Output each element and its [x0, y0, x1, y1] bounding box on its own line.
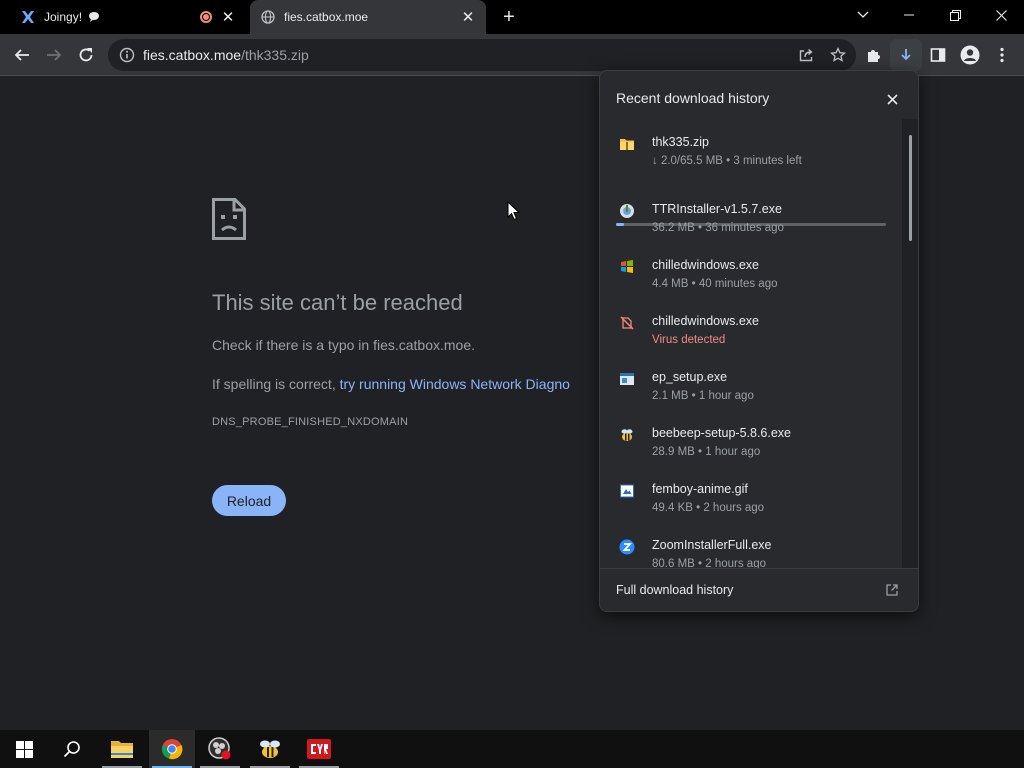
windows-logo-icon: [619, 259, 635, 275]
file-explorer-icon[interactable]: [99, 730, 145, 768]
download-filename: chilledwindows.exe: [652, 314, 760, 328]
download-filename: thk335.zip: [652, 135, 709, 149]
download-item[interactable]: TTRInstaller-v1.5.7.exe 36.2 MB • 36 min…: [600, 192, 904, 242]
profile-avatar-icon[interactable]: [954, 39, 986, 71]
address-bar[interactable]: fies.catbox.moe/thk335.zip: [108, 39, 856, 71]
download-filename: chilledwindows.exe: [652, 258, 760, 272]
setup-window-icon: [619, 371, 635, 387]
download-filename: femboy-anime.gif: [652, 482, 748, 496]
url-host: fies.catbox.moe: [143, 47, 242, 63]
chevron-down-icon[interactable]: [840, 0, 886, 30]
full-download-history-row[interactable]: Full download history: [600, 568, 918, 612]
chrome-icon[interactable]: [149, 730, 195, 768]
beebeep-icon[interactable]: [247, 730, 293, 768]
open-external-icon: [884, 582, 900, 598]
virus-warning: Virus detected: [652, 334, 726, 346]
reload-button[interactable]: Reload: [212, 485, 286, 516]
search-icon[interactable]: [49, 730, 95, 768]
extensions-puzzle-icon[interactable]: [858, 39, 890, 71]
error-hint-prefix: If spelling is correct,: [212, 376, 340, 392]
tab-strip: Joingy! ✕ fies.catbox.moe ✕ +: [0, 0, 1024, 34]
download-item[interactable]: chilledwindows.exe Virus detected: [600, 304, 904, 354]
download-status: 28.9 MB • 1 hour ago: [652, 446, 761, 458]
download-status: 4.4 MB • 40 minutes ago: [652, 278, 778, 290]
url-path: /thk335.zip: [241, 47, 309, 63]
mouse-cursor-icon: [507, 200, 521, 226]
forward-button[interactable]: [38, 39, 70, 71]
bookmark-star-icon[interactable]: [822, 47, 854, 63]
download-item[interactable]: ep_setup.exe 2.1 MB • 1 hour ago: [600, 360, 904, 410]
download-panel-title: Recent download history: [616, 90, 770, 106]
tab-fies-catbox[interactable]: fies.catbox.moe ✕: [250, 0, 486, 34]
error-title: This site can’t be reached: [212, 290, 463, 315]
site-info-icon[interactable]: [119, 47, 135, 63]
download-item[interactable]: femboy-anime.gif 49.4 KB • 2 hours ago: [600, 472, 904, 522]
download-filename: ZoomInstallerFull.exe: [652, 538, 772, 552]
globe-icon: [260, 9, 276, 25]
back-button[interactable]: [6, 39, 38, 71]
network-diagnostics-link[interactable]: try running Windows Network Diagno: [340, 376, 570, 392]
download-status: 2.1 MB • 1 hour ago: [652, 390, 754, 402]
blocked-file-icon: [619, 315, 635, 331]
side-panel-icon[interactable]: [922, 39, 954, 71]
menu-kebab-icon[interactable]: [986, 39, 1018, 71]
tab-joingy[interactable]: Joingy! ✕: [10, 0, 246, 34]
close-icon[interactable]: [884, 91, 900, 107]
reload-icon[interactable]: [70, 39, 102, 71]
cyr-app-icon[interactable]: [296, 730, 342, 768]
recording-indicator-icon: [200, 11, 212, 23]
close-tab-button[interactable]: ✕: [220, 9, 236, 26]
image-file-icon: [619, 483, 635, 499]
download-item[interactable]: thk335.zip ↓ 2.0/65.5 MB • 3 minutes lef…: [600, 125, 904, 175]
error-hint-diagnostics: If spelling is correct, try running Wind…: [212, 376, 570, 392]
download-item[interactable]: chilledwindows.exe 4.4 MB • 40 minutes a…: [600, 248, 904, 298]
tab-title: fies.catbox.moe: [284, 10, 369, 24]
download-filename: beebeep-setup-5.8.6.exe: [652, 426, 791, 440]
download-filename: ep_setup.exe: [652, 370, 728, 384]
error-code: DNS_PROBE_FINISHED_NXDOMAIN: [212, 416, 409, 428]
download-status: 36.2 MB • 36 minutes ago: [652, 222, 784, 234]
close-tab-button[interactable]: ✕: [460, 9, 476, 26]
download-list: thk335.zip ↓ 2.0/65.5 MB • 3 minutes lef…: [600, 119, 904, 569]
download-arrow-icon: [901, 49, 911, 61]
zip-folder-icon: [619, 136, 635, 152]
download-status: ↓ 2.0/65.5 MB • 3 minutes left: [652, 155, 802, 167]
sad-document-icon: [212, 198, 246, 245]
download-item[interactable]: beebeep-setup-5.8.6.exe 28.9 MB • 1 hour…: [600, 416, 904, 466]
close-window-icon[interactable]: [978, 0, 1024, 30]
obs-icon[interactable]: [197, 730, 243, 768]
error-hint-typo: Check if there is a typo in fies.catbox.…: [212, 337, 476, 353]
new-tab-button[interactable]: +: [498, 6, 520, 28]
minimize-icon[interactable]: [886, 0, 932, 30]
scrollbar-thumb[interactable]: [909, 135, 912, 241]
speech-bubble-icon: [88, 11, 100, 23]
zoom-logo-icon: [619, 539, 635, 555]
download-filename: TTRInstaller-v1.5.7.exe: [652, 202, 782, 216]
share-icon[interactable]: [790, 47, 822, 63]
start-icon[interactable]: [1, 730, 47, 768]
browser-window: Joingy! ✕ fies.catbox.moe ✕ + fies.catbo…: [0, 0, 1024, 768]
downloads-button[interactable]: [890, 39, 922, 71]
full-download-history-link[interactable]: Full download history: [616, 583, 733, 597]
download-history-panel: Recent download history thk335.zip ↓ 2.0…: [599, 70, 919, 612]
tab-title: Joingy!: [44, 10, 83, 24]
download-status: 49.4 KB • 2 hours ago: [652, 502, 765, 514]
bee-icon: [619, 427, 635, 443]
joingy-logo-icon: [20, 9, 36, 25]
windows-taskbar: [0, 730, 1024, 768]
download-item[interactable]: ZoomInstallerFull.exe 80.6 MB • 2 hours …: [600, 528, 904, 569]
installer-icon: [619, 203, 635, 219]
restore-icon[interactable]: [932, 0, 978, 30]
